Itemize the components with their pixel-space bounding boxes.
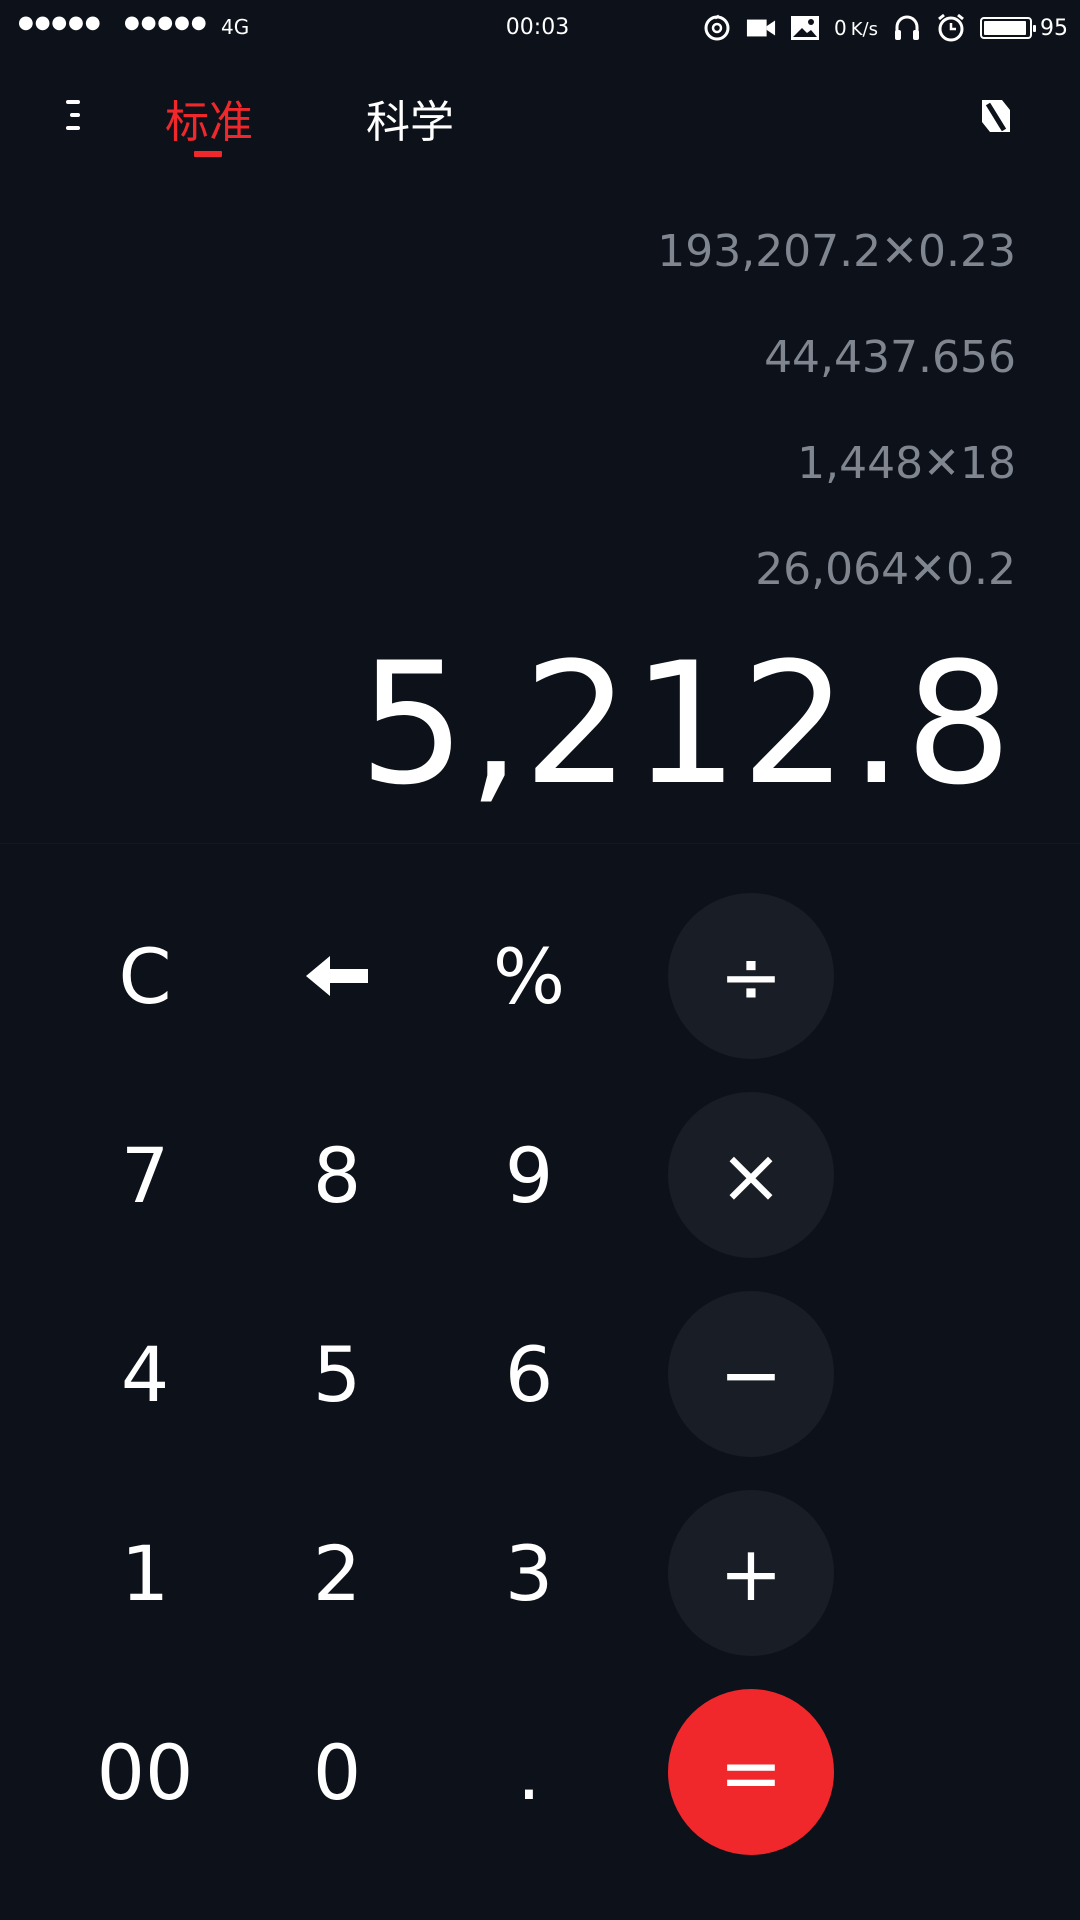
- digit-0-button[interactable]: 0: [254, 1689, 420, 1855]
- history-line: 44,437.656: [764, 332, 1016, 383]
- net-speed-unit: K/s: [850, 19, 878, 40]
- image-icon: [790, 13, 820, 43]
- tab-standard[interactable]: 标准: [165, 86, 253, 150]
- digit-8-button[interactable]: 8: [254, 1092, 420, 1258]
- netease-music-icon: [702, 13, 732, 43]
- keypad: C % ÷ 7 8 9 × 4 5 6 − 1 2 3 + 00 0 . =: [0, 844, 1080, 1920]
- digit-4-button[interactable]: 4: [62, 1291, 228, 1457]
- menu-button[interactable]: [60, 94, 90, 136]
- net-speed: 0 K/s: [834, 16, 878, 40]
- history-line: 1,448✕18: [797, 438, 1016, 489]
- battery-percent: 95: [1040, 15, 1068, 41]
- battery-icon: [980, 17, 1036, 39]
- active-tab-indicator: [194, 151, 222, 157]
- calculator-display: 193,207.2✕0.23 44,437.656 1,448✕18 26,06…: [0, 172, 1080, 844]
- video-icon: [746, 13, 776, 43]
- digit-1-button[interactable]: 1: [62, 1490, 228, 1656]
- net-speed-value: 0: [834, 16, 847, 40]
- percent-button[interactable]: %: [446, 893, 612, 1059]
- multiply-button[interactable]: ×: [668, 1092, 834, 1258]
- add-button[interactable]: +: [668, 1490, 834, 1656]
- battery-level: [984, 21, 1026, 35]
- tab-scientific[interactable]: 科学: [366, 86, 454, 150]
- theme-toggle-icon: [982, 100, 1010, 132]
- digit-2-button[interactable]: 2: [254, 1490, 420, 1656]
- result-display: 5,212.8: [358, 626, 1014, 822]
- theme-toggle-button[interactable]: [978, 96, 1014, 136]
- digit-9-button[interactable]: 9: [446, 1092, 612, 1258]
- subtract-button[interactable]: −: [668, 1291, 834, 1457]
- equals-button[interactable]: =: [668, 1689, 834, 1855]
- backspace-arrow-icon: [306, 956, 368, 996]
- divide-button[interactable]: ÷: [668, 893, 834, 1059]
- menu-icon: [66, 100, 80, 130]
- digit-5-button[interactable]: 5: [254, 1291, 420, 1457]
- decimal-point-button[interactable]: .: [446, 1689, 612, 1855]
- status-bar: ●●●●● ●●●●● 4G 00:03 0 K/s 95: [0, 0, 1080, 56]
- history-line: 193,207.2✕0.23: [657, 226, 1016, 277]
- digit-3-button[interactable]: 3: [446, 1490, 612, 1656]
- headphones-icon: [892, 13, 922, 43]
- alarm-icon: [936, 13, 966, 43]
- status-icons: 0 K/s 95: [702, 10, 1068, 46]
- app-header: 标准 科学: [0, 56, 1080, 172]
- digit-7-button[interactable]: 7: [62, 1092, 228, 1258]
- backspace-button[interactable]: [254, 893, 420, 1059]
- history-line: 26,064✕0.2: [755, 544, 1016, 595]
- double-zero-button[interactable]: 00: [62, 1689, 228, 1855]
- digit-6-button[interactable]: 6: [446, 1291, 612, 1457]
- clear-button[interactable]: C: [62, 893, 228, 1059]
